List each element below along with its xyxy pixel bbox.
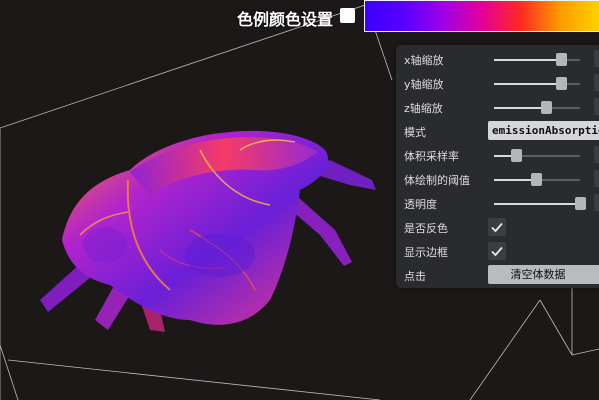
sample-rate-slider[interactable] [494, 149, 580, 162]
control-row-sample-rate: 体积采样率 [396, 143, 599, 167]
show-border-checkbox[interactable] [488, 242, 506, 260]
opacity-number-field[interactable] [594, 194, 599, 211]
y-scale-slider-fill [494, 83, 562, 85]
opacity-label: 透明度 [404, 198, 437, 211]
volume-specimen [40, 130, 376, 332]
sample-rate-slider-thumb[interactable] [511, 149, 523, 162]
checkmark-icon [491, 246, 503, 257]
y-scale-number-field[interactable] [594, 74, 599, 91]
mode-select[interactable]: emissionAbsorption [488, 121, 599, 140]
control-row-clear: 点击 清空体数据 [396, 263, 599, 287]
checkmark-icon [491, 222, 503, 233]
control-panel: x轴缩放 y轴缩放 z轴缩放 模式 emissionAbsorption 体积采… [396, 45, 599, 288]
z-scale-slider[interactable] [494, 101, 580, 114]
clear-volume-button-label: 清空体数据 [510, 268, 566, 281]
z-scale-label: z轴缩放 [404, 102, 443, 115]
colormap-gradient-swatch[interactable] [364, 0, 599, 32]
control-row-x-scale: x轴缩放 [396, 47, 599, 71]
control-row-show-border: 显示边框 [396, 239, 599, 263]
x-scale-number-field[interactable] [594, 50, 599, 67]
mode-label: 模式 [404, 126, 426, 139]
invert-label: 是否反色 [404, 222, 448, 235]
colormap-label: 色例颜色设置 [237, 10, 334, 29]
sample-rate-label: 体积采样率 [404, 150, 459, 163]
z-scale-slider-thumb[interactable] [540, 101, 552, 114]
x-scale-slider[interactable] [494, 53, 580, 66]
control-row-z-scale: z轴缩放 [396, 95, 599, 119]
control-row-y-scale: y轴缩放 [396, 71, 599, 95]
x-scale-slider-thumb[interactable] [556, 53, 568, 66]
control-row-opacity: 透明度 [396, 191, 599, 215]
control-row-threshold: 体绘制的阈值 [396, 167, 599, 191]
y-scale-label: y轴缩放 [404, 78, 444, 91]
control-row-mode: 模式 emissionAbsorption [396, 119, 599, 143]
opacity-slider-fill [494, 203, 580, 205]
threshold-slider-thumb[interactable] [531, 173, 543, 186]
threshold-label: 体绘制的阈值 [404, 174, 470, 187]
x-scale-slider-fill [494, 59, 562, 61]
opacity-slider-thumb[interactable] [575, 197, 586, 210]
x-scale-label: x轴缩放 [404, 54, 444, 67]
z-scale-number-field[interactable] [594, 98, 599, 115]
colormap-setting: 色例颜色设置 [0, 0, 599, 34]
threshold-slider[interactable] [494, 173, 580, 186]
colormap-checkbox[interactable] [340, 8, 355, 23]
threshold-slider-fill [494, 179, 537, 181]
y-scale-slider[interactable] [494, 77, 580, 90]
threshold-number-field[interactable] [594, 170, 599, 187]
invert-checkbox[interactable] [488, 218, 506, 236]
clear-volume-button[interactable]: 清空体数据 [488, 265, 599, 284]
sample-rate-number-field[interactable] [594, 146, 599, 163]
clear-label: 点击 [404, 270, 426, 283]
opacity-slider[interactable] [494, 197, 586, 210]
control-row-invert: 是否反色 [396, 215, 599, 239]
y-scale-slider-thumb[interactable] [556, 77, 568, 90]
show-border-label: 显示边框 [404, 246, 448, 259]
z-scale-slider-fill [494, 107, 546, 109]
